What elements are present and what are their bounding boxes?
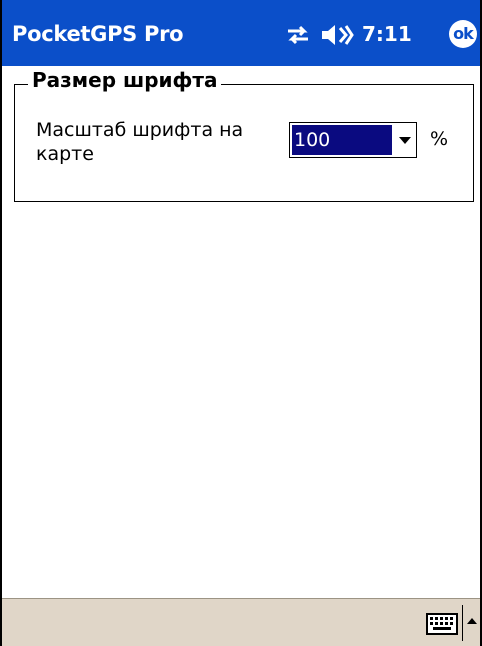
bottom-menu-bar: [2, 598, 480, 646]
keyboard-icon[interactable]: [426, 613, 458, 635]
font-scale-label: Масштаб шрифта на карте: [36, 119, 244, 165]
font-scale-value[interactable]: 100: [292, 125, 392, 155]
app-title: PocketGPS Pro: [12, 22, 184, 46]
group-legend: Размер шрифта: [28, 68, 222, 92]
sip-up-arrow-icon[interactable]: [466, 613, 478, 627]
connectivity-icon[interactable]: [284, 20, 312, 50]
title-bar: PocketGPS Pro 7:11 ok: [2, 0, 480, 66]
chevron-down-icon[interactable]: [394, 123, 416, 157]
sip-divider: [462, 605, 463, 641]
screen: PocketGPS Pro 7:11 ok Размер шрифта Масш…: [0, 0, 482, 646]
font-scale-combobox[interactable]: 100: [289, 122, 417, 158]
percent-unit-label: %: [430, 128, 449, 150]
speaker-icon[interactable]: [320, 20, 354, 50]
ok-button[interactable]: ok: [449, 20, 477, 48]
clock[interactable]: 7:11: [362, 22, 412, 46]
